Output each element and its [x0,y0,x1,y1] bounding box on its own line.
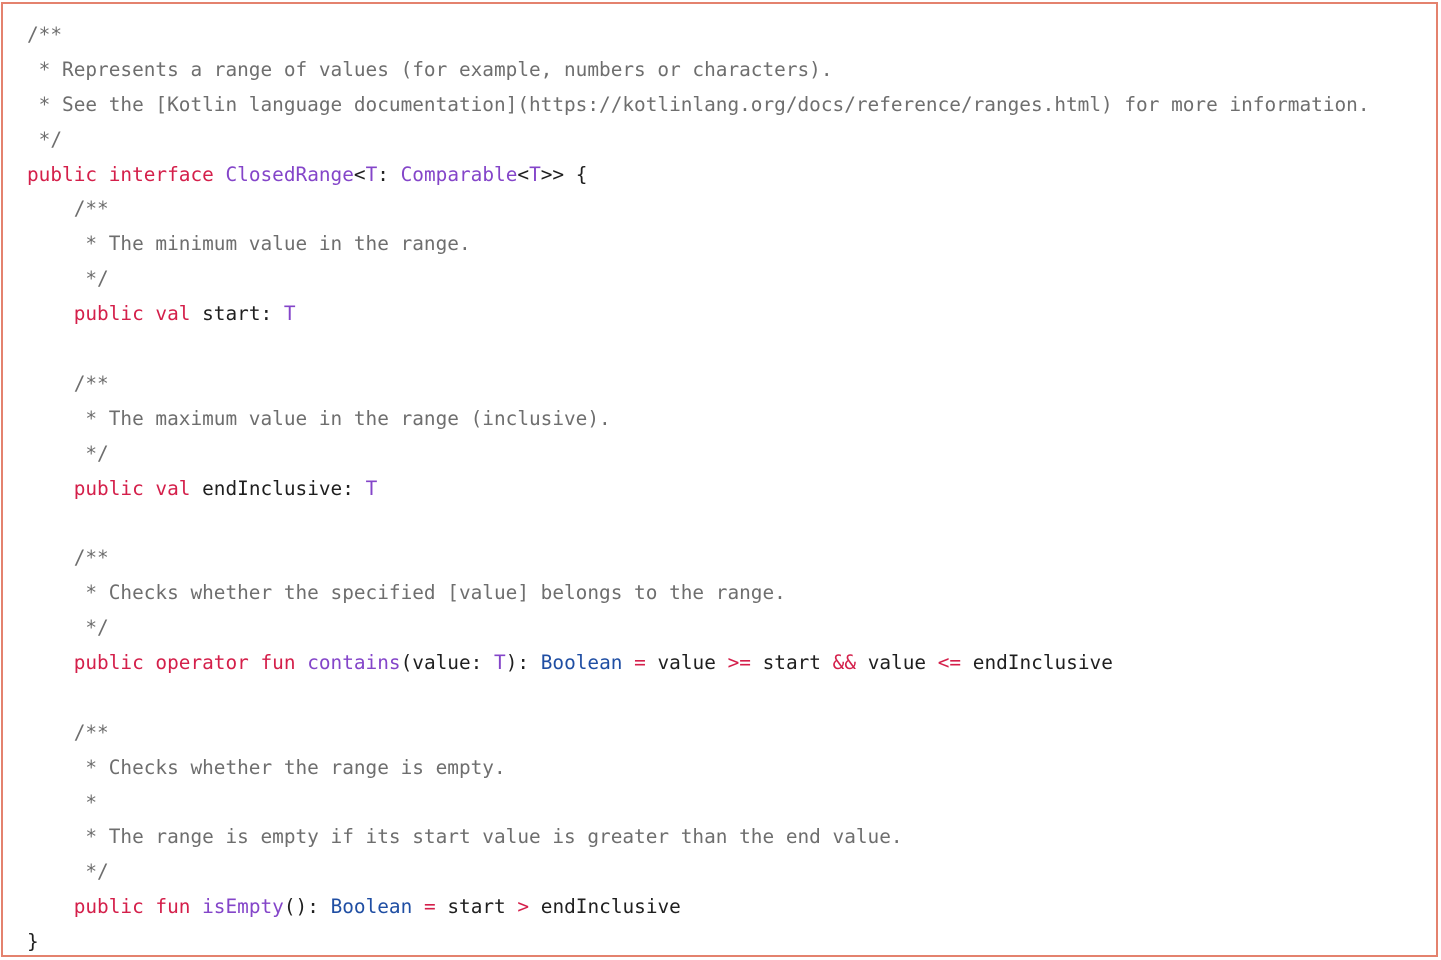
code-token: public operator fun [73,651,308,675]
code-comment: /** [27,371,109,395]
code-line: } [27,925,1370,955]
code-token: ): [505,651,541,675]
code-token: Boolean [540,651,623,675]
code-comment: * The minimum value in the range. [27,232,471,256]
code-comment: /** [27,197,109,221]
code-line: * The maximum value in the range (inclus… [27,402,1370,437]
code-token: public interface [27,162,226,186]
code-line: */ [27,855,1370,890]
code-comment: * Represents a range of values (for exam… [27,57,833,81]
code-token: Boolean [330,895,413,919]
code-token: T [365,476,378,500]
code-token: start: [202,302,284,326]
code-token: contains [307,651,401,675]
code-token: ClosedRange [225,162,354,186]
code-block: /** * Represents a range of values (for … [1,2,1438,957]
code-line: public val start: T [27,297,1370,332]
code-comment: /** [27,546,109,570]
code-token: (value: [400,651,494,675]
code-line: /** [27,367,1370,402]
code-token: <= [937,651,962,675]
code-comment: */ [27,127,63,151]
code-line: * Checks whether the range is empty. [27,751,1370,786]
code-token: T [283,302,296,326]
code-line: /** [27,541,1370,576]
code-line: public interface ClosedRange<T: Comparab… [27,158,1370,193]
code-line: /** [27,192,1370,227]
code-token: > [517,895,530,919]
code-token: value [856,651,938,675]
code-token: T [529,162,541,186]
code-comment: */ [27,441,109,465]
code-token: = [634,651,646,675]
code-comment: */ [27,616,109,640]
code-token: < [353,162,366,186]
code-token: >= [727,651,751,675]
code-comment: * The range is empty if its start value … [27,825,903,849]
code-line: */ [27,611,1370,646]
code-line: * Checks whether the specified [value] b… [27,576,1370,611]
code-line: /** [27,18,1370,53]
code-comment: */ [27,267,109,291]
code-line: public operator fun contains(value: T): … [27,646,1370,681]
code-comment: * The maximum value in the range (inclus… [27,406,611,430]
code-listing: /** * Represents a range of values (for … [27,18,1370,955]
code-comment: * Checks whether the range is empty. [27,755,506,779]
code-token: value [645,651,728,675]
code-comment: * [27,790,98,814]
code-token: && [832,651,857,675]
code-token: start [750,651,833,675]
code-token: : [377,162,401,186]
code-token: Comparable [400,162,518,186]
code-token: (): [283,895,331,919]
code-token: public fun [73,895,203,919]
code-token: isEmpty [202,895,284,919]
code-line: * Represents a range of values (for exam… [27,53,1370,88]
code-line: * [27,786,1370,821]
code-token: T [494,651,506,675]
code-token: public val [73,302,203,326]
code-token: >> { [540,162,588,186]
code-token: endInclusive [529,895,681,919]
code-token: = [423,895,436,919]
code-token: T [365,162,378,186]
code-line: * See the [Kotlin language documentation… [27,88,1370,123]
code-token: < [517,162,530,186]
code-token: start [435,895,518,919]
code-token: endInclusive: [202,476,366,500]
code-line: /** [27,716,1370,751]
code-line: */ [27,262,1370,297]
code-line: */ [27,437,1370,472]
code-comment: /** [27,720,109,744]
code-comment: /** [27,23,63,46]
code-token: endInclusive [961,651,1113,675]
code-comment: * Checks whether the specified [value] b… [27,581,786,605]
code-line: */ [27,123,1370,158]
code-token: } [27,930,39,954]
code-comment: * See the [Kotlin language documentation… [27,92,1370,116]
code-line: * The minimum value in the range. [27,227,1370,262]
code-line: public fun isEmpty(): Boolean = start > … [27,890,1370,925]
code-line: public val endInclusive: T [27,472,1370,507]
code-token: public val [73,476,203,500]
code-line: * The range is empty if its start value … [27,820,1370,855]
code-comment: */ [27,860,109,884]
